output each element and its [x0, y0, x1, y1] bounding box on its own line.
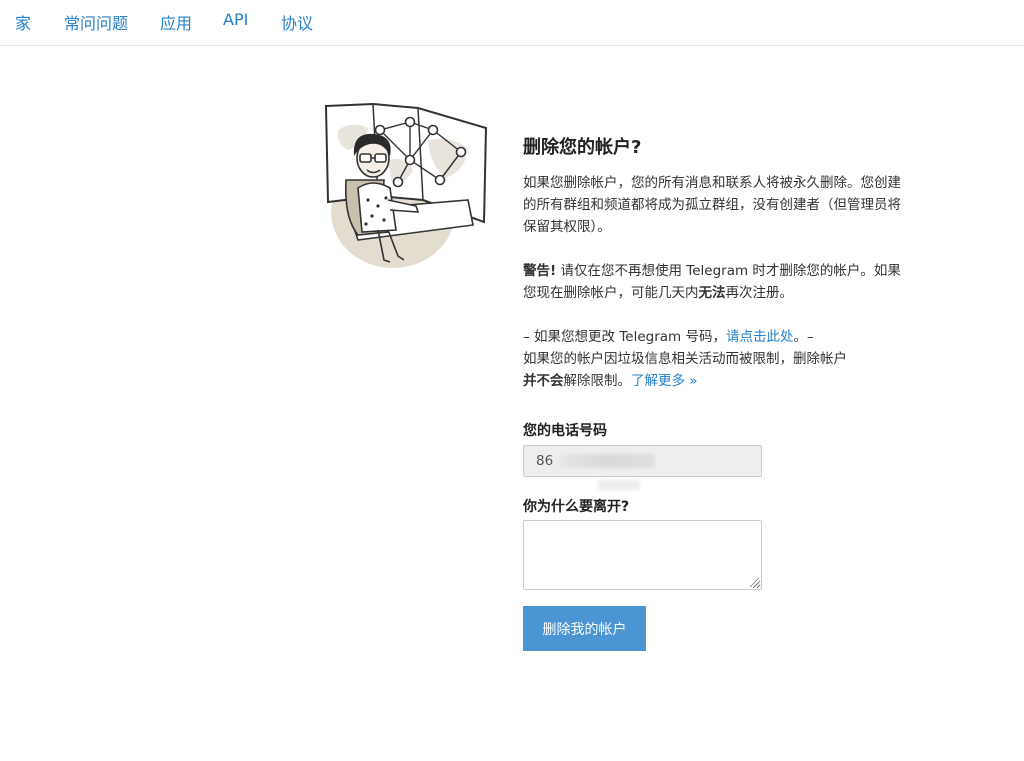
delete-account-button[interactable]: 删除我的帐户: [523, 606, 646, 651]
nav-apps-link[interactable]: 应用: [160, 10, 192, 34]
learn-more-link[interactable]: 了解更多 »: [631, 373, 698, 389]
warning-text: 警告! 请仅在您不再想使用 Telegram 时才删除您的帐户。如果您现在删除帐…: [523, 260, 903, 304]
textarea-resize-handle-icon[interactable]: [750, 578, 759, 587]
spam-text-1: 如果您的帐户因垃圾信息相关活动而被限制，删除帐户: [523, 351, 847, 367]
warning-body-2: 再次注册。: [725, 285, 794, 301]
warning-emphasis: 无法: [698, 285, 726, 301]
reason-textarea[interactable]: [523, 520, 762, 590]
warning-label: 警告!: [523, 263, 557, 279]
nav-api-link[interactable]: API: [223, 10, 248, 29]
intro-text: 如果您删除帐户，您的所有消息和联系人将被永久删除。您创建的所有群组和频道都将成为…: [523, 175, 901, 235]
phone-label: 您的电话号码: [523, 423, 607, 439]
nav-faq-link[interactable]: 常问问题: [64, 10, 128, 34]
change-number-link[interactable]: 请点击此处: [726, 329, 794, 345]
page-title: 删除您的帐户?: [523, 137, 642, 158]
spam-emphasis: 并不会: [523, 373, 564, 389]
nav-home-link[interactable]: 家: [15, 10, 31, 34]
change-number-text: – 如果您想更改 Telegram 号码，请点击此处。– 如果您的帐户因垃圾信息相…: [523, 326, 903, 392]
spam-text-2: 解除限制。: [563, 373, 632, 389]
woman-at-map-illustration: [318, 100, 490, 275]
delete-account-info: 删除您的帐户? 如果您删除帐户，您的所有消息和联系人将被永久删除。您创建的所有群…: [523, 134, 903, 392]
redaction-smudge: [598, 480, 640, 490]
redacted-phone-digits: [559, 454, 656, 468]
change-number-prefix: – 如果您想更改 Telegram 号码，: [523, 329, 726, 345]
reason-label: 你为什么要离开?: [523, 499, 630, 515]
change-number-suffix: 。–: [793, 329, 814, 345]
phone-number-field[interactable]: 86: [523, 445, 762, 477]
nav-protocol-link[interactable]: 协议: [281, 10, 313, 34]
top-navigation: 家 常问问题 应用 API 协议: [0, 0, 1024, 46]
phone-number-value: 86: [536, 453, 554, 469]
